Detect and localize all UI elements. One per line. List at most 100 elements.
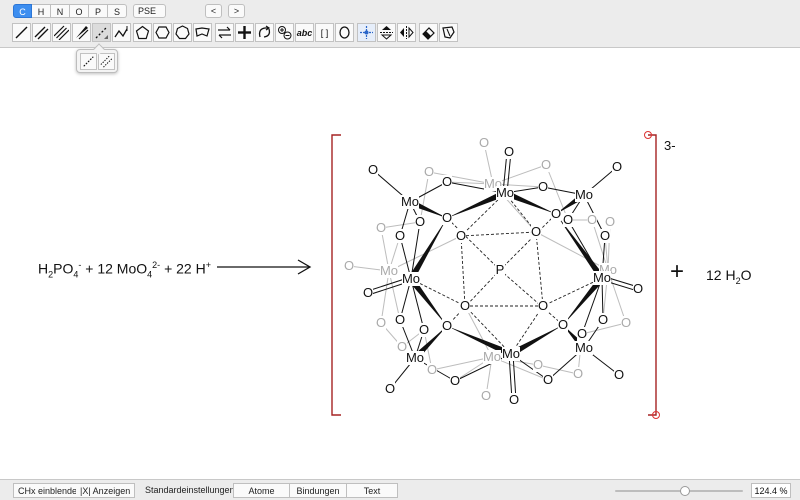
central-oxygen-atom[interactable]: O xyxy=(442,318,452,333)
plus-tool[interactable] xyxy=(235,23,254,42)
right-bracket[interactable] xyxy=(644,131,660,419)
back-oxygen-atom[interactable]: O xyxy=(427,362,437,377)
central-oxygen-atom[interactable]: O xyxy=(558,317,568,332)
terminal-oxygen-atom[interactable]: O xyxy=(385,381,395,396)
bridging-oxygen-atom[interactable]: O xyxy=(395,312,405,327)
bridging-oxygen-atom[interactable]: O xyxy=(543,372,553,387)
molybdenum-atom[interactable]: Mo xyxy=(406,350,424,365)
bridging-oxygen-atom[interactable]: O xyxy=(395,228,405,243)
central-oxygen-atom[interactable]: O xyxy=(442,210,452,225)
bridging-oxygen-atom[interactable]: O xyxy=(538,179,548,194)
periodic-table-dropdown[interactable]: PSE ▼ xyxy=(133,4,166,29)
bridging-oxygen-atom[interactable]: O xyxy=(598,312,608,327)
bridging-oxygen-atom[interactable]: O xyxy=(600,228,610,243)
text-tool[interactable]: abc xyxy=(295,23,314,42)
bond-line[interactable] xyxy=(535,231,544,307)
back-oxygen-atom[interactable]: O xyxy=(587,212,597,227)
molybdenum-atom[interactable]: Mo xyxy=(575,340,593,355)
triple-bond-tool[interactable] xyxy=(52,23,71,42)
back-oxygen-atom[interactable]: O xyxy=(541,157,551,172)
heptagon-ring-tool[interactable] xyxy=(173,23,192,42)
back-oxygen-atom[interactable]: O xyxy=(424,164,434,179)
lasso-tool[interactable] xyxy=(439,23,458,42)
bonds-tab[interactable]: Bindungen xyxy=(290,483,347,498)
reaction-arrow-tool[interactable] xyxy=(215,23,234,42)
back-oxygen-atom[interactable]: O xyxy=(533,357,543,372)
central-oxygen-atom[interactable]: O xyxy=(456,228,466,243)
zoom-slider-knob[interactable] xyxy=(680,486,691,496)
bond-line[interactable] xyxy=(460,235,466,307)
terminal-oxygen-atom[interactable]: O xyxy=(368,162,378,177)
back-molybdenum-atom[interactable]: Mo xyxy=(483,349,501,364)
molybdenum-atom[interactable]: Mo xyxy=(401,194,419,209)
double-bond-tool[interactable] xyxy=(32,23,51,42)
hexagon-ring-tool[interactable] xyxy=(153,23,172,42)
terminal-oxygen-atom[interactable]: O xyxy=(633,281,643,296)
bracket-tool[interactable]: [ ] xyxy=(315,23,334,42)
central-oxygen-atom[interactable]: O xyxy=(531,224,541,239)
molybdenum-atom[interactable]: Mo xyxy=(575,187,593,202)
element-p-button[interactable]: P xyxy=(89,4,108,18)
bond-line[interactable] xyxy=(460,231,537,237)
flip-vertical-tool[interactable] xyxy=(377,23,396,42)
molybdenum-atom[interactable]: Mo xyxy=(593,270,611,285)
element-n-button[interactable]: N xyxy=(51,4,70,18)
bond-line[interactable] xyxy=(446,217,501,271)
molybdenum-atom[interactable]: Mo xyxy=(402,271,420,286)
molybdenum-atom[interactable]: Mo xyxy=(502,346,520,361)
zoom-slider[interactable] xyxy=(615,486,743,496)
element-c-button[interactable]: C xyxy=(13,4,32,18)
curved-arrow-tool[interactable] xyxy=(255,23,274,42)
text-tab[interactable]: Text xyxy=(347,483,398,498)
drawing-canvas[interactable]: H2PO4- + 12 MoO42- + 22 H+ 3- + 12 H2O M… xyxy=(0,49,800,479)
back-oxygen-atom[interactable]: O xyxy=(479,135,489,150)
back-oxygen-atom[interactable]: O xyxy=(573,366,583,381)
back-oxygen-atom[interactable]: O xyxy=(376,220,386,235)
element-h-button[interactable]: H xyxy=(32,4,51,18)
bridging-oxygen-atom[interactable]: O xyxy=(577,326,587,341)
back-button[interactable]: < xyxy=(205,4,222,18)
bridging-oxygen-atom[interactable]: O xyxy=(450,373,460,388)
phosphorus-atom[interactable]: P xyxy=(496,262,505,277)
show-x-button[interactable]: |X| Anzeigen xyxy=(76,483,136,498)
wedge-bond-tool[interactable] xyxy=(72,23,91,42)
bridging-oxygen-atom[interactable]: O xyxy=(563,212,573,227)
terminal-oxygen-atom[interactable]: O xyxy=(504,144,514,159)
central-oxygen-atom[interactable]: O xyxy=(551,206,561,221)
back-molybdenum-atom[interactable]: Mo xyxy=(380,263,398,278)
forward-button[interactable]: > xyxy=(228,4,245,18)
molybdenum-atom[interactable]: Mo xyxy=(496,185,514,200)
bond-line[interactable] xyxy=(499,269,564,326)
flip-horizontal-tool[interactable] xyxy=(397,23,416,42)
pentagon-ring-tool[interactable] xyxy=(133,23,152,42)
back-oxygen-atom[interactable]: O xyxy=(376,315,386,330)
element-o-button[interactable]: O xyxy=(70,4,89,18)
cyclooctane-ring-tool[interactable] xyxy=(193,23,212,42)
bridging-oxygen-atom[interactable]: O xyxy=(442,174,452,189)
terminal-oxygen-atom[interactable]: O xyxy=(612,159,622,174)
terminal-oxygen-atom[interactable]: O xyxy=(614,367,624,382)
reaction-arrow[interactable] xyxy=(217,259,312,275)
charge-tool[interactable] xyxy=(275,23,294,42)
back-oxygen-atom[interactable]: O xyxy=(621,315,631,330)
central-oxygen-atom[interactable]: O xyxy=(538,298,548,313)
chain-tool[interactable] xyxy=(112,23,131,42)
back-oxygen-atom[interactable]: O xyxy=(344,258,354,273)
dashed-bond-tool[interactable] xyxy=(92,23,111,42)
eraser-tool[interactable] xyxy=(419,23,438,42)
terminal-oxygen-atom[interactable]: O xyxy=(509,392,519,407)
single-bond-tool[interactable] xyxy=(12,23,31,42)
back-oxygen-atom[interactable]: O xyxy=(605,214,615,229)
terminal-oxygen-atom[interactable]: O xyxy=(363,285,373,300)
bond-line[interactable] xyxy=(446,269,501,327)
left-bracket[interactable] xyxy=(331,134,341,416)
back-oxygen-atom[interactable]: O xyxy=(481,388,491,403)
ring-circle-tool[interactable] xyxy=(335,23,354,42)
bridging-oxygen-atom[interactable]: O xyxy=(419,322,429,337)
center-tool[interactable] xyxy=(357,23,376,42)
atoms-tab[interactable]: Atome xyxy=(233,483,290,498)
bridging-oxygen-atom[interactable]: O xyxy=(415,214,425,229)
central-oxygen-atom[interactable]: O xyxy=(460,298,470,313)
element-s-button[interactable]: S xyxy=(108,4,127,18)
zoom-level-field[interactable]: 124.4 % xyxy=(751,483,791,498)
